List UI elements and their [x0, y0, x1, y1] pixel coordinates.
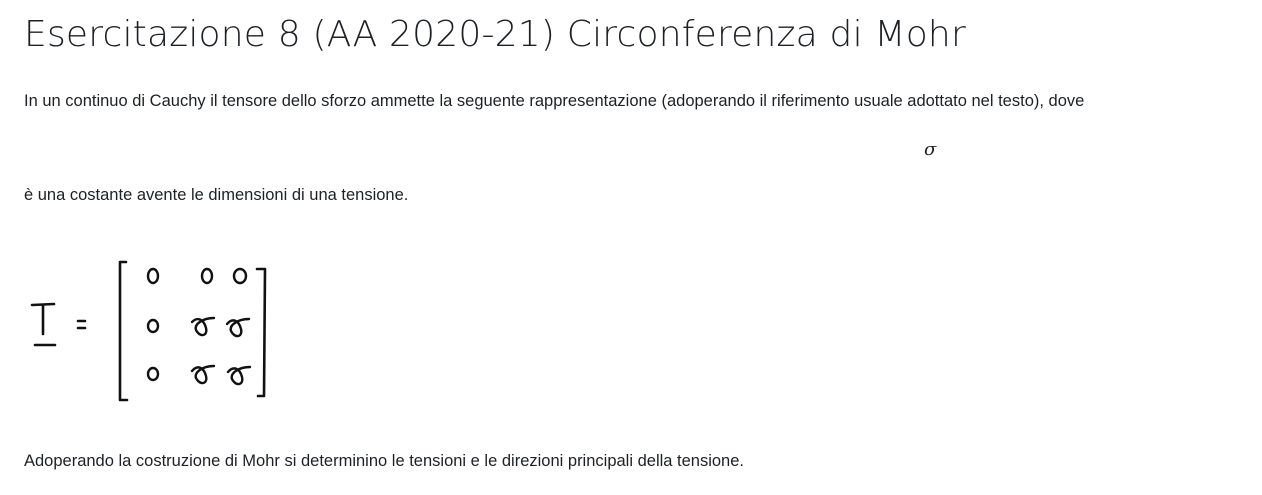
matrix-entry-r3c2 — [190, 364, 216, 385]
matrix-entry-r1c2 — [200, 267, 214, 285]
matrix-entry-r1c1 — [146, 267, 160, 285]
left-bracket — [118, 260, 129, 402]
matrix-entry-r2c2 — [190, 316, 216, 337]
matrix-entry-r3c3 — [226, 365, 252, 386]
problem-question-text: Adoperando la costruzione di Mohr si det… — [24, 452, 744, 470]
problem-intro-text: In un continuo di Cauchy il tensore dell… — [24, 92, 1085, 110]
page-title: Esercitazione 8 (AA 2020-21) Circonferen… — [24, 14, 966, 55]
right-bracket — [255, 267, 267, 398]
sigma-symbol: σ — [924, 139, 937, 160]
sigma-description-text: è una costante avente le dimensioni di u… — [24, 186, 409, 204]
matrix-entry-r2c1 — [146, 318, 160, 334]
matrix-entry-r2c3 — [225, 317, 251, 338]
stress-tensor-matrix-image — [28, 254, 288, 410]
matrix-entry-r1c3 — [232, 267, 248, 285]
matrix-entry-r3c1 — [146, 366, 160, 382]
